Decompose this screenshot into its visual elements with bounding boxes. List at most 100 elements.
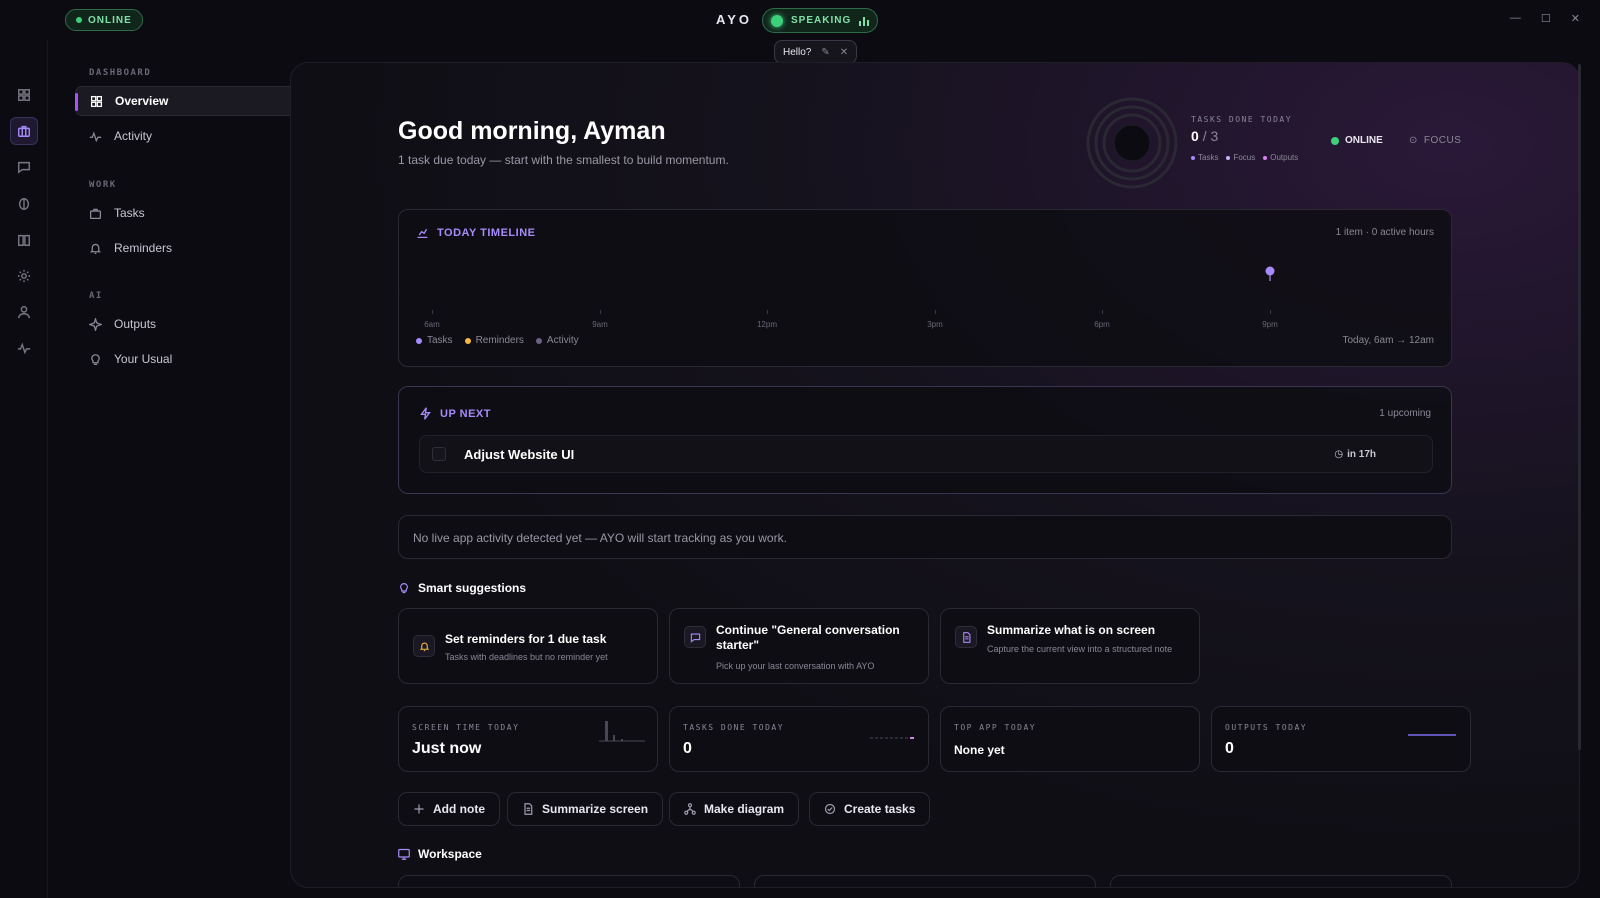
online-status-label: ONLINE — [88, 14, 132, 26]
bulb-icon — [91, 353, 100, 365]
brain-icon[interactable] — [10, 190, 38, 218]
sidebar-item-your-usual[interactable]: Your Usual — [75, 344, 311, 374]
focus-toggle[interactable]: ⊙ FOCUS — [1409, 135, 1461, 146]
section-label-dashboard: DASHBOARD — [89, 68, 152, 78]
timeline-tick: 6pm — [1082, 310, 1122, 329]
suggestion-title: Continue "General conversation starter" — [716, 623, 900, 652]
dismiss-icon[interactable]: ✕ — [840, 47, 848, 58]
online-dot-icon — [1331, 136, 1339, 145]
edit-icon[interactable]: ✎ — [821, 47, 829, 58]
sparkle-icon — [89, 317, 102, 331]
section-label-work: WORK — [89, 180, 117, 190]
lightning-icon — [420, 407, 431, 420]
workspace-card[interactable] — [398, 875, 740, 887]
minimize-icon[interactable]: — — [1510, 12, 1521, 25]
legend-item: Outputs — [1263, 153, 1298, 162]
workspace-card[interactable] — [1110, 875, 1452, 887]
stat-value: 0 — [683, 740, 692, 757]
legend-activity: Activity — [535, 335, 579, 346]
sidebar-item-label: Tasks — [114, 206, 145, 220]
plus-icon — [414, 804, 424, 814]
transcript-chip: Hello? ✎ ✕ — [774, 40, 858, 64]
tasks-total: / 3 — [1202, 128, 1219, 144]
settings-icon[interactable] — [10, 262, 38, 290]
stat-tasks-done: TASKS DONE TODAY 0 — [669, 706, 929, 772]
timeline-tick: 9am — [580, 310, 620, 329]
book-icon[interactable] — [10, 226, 38, 254]
make-diagram-button[interactable]: Make diagram — [669, 792, 800, 826]
suggestion-card-conversation[interactable]: Continue "General conversation starter" … — [669, 608, 929, 684]
timeline-tick: 9pm — [1250, 310, 1290, 329]
timeline-legend: Tasks Reminders Activity — [416, 335, 579, 346]
stat-label: SCREEN TIME TODAY — [412, 723, 520, 732]
timeline-marker-icon[interactable] — [1264, 266, 1276, 282]
sidebar-item-activity[interactable]: Activity — [75, 121, 311, 151]
task-row[interactable]: Adjust Website UI ◷ in 17h — [419, 435, 1433, 473]
sparkline-icon — [599, 721, 645, 742]
check-circle-icon — [824, 803, 836, 815]
create-tasks-button[interactable]: Create tasks — [809, 792, 931, 826]
grid-icon[interactable] — [10, 81, 38, 109]
bell-icon — [89, 243, 102, 254]
page-subtitle: 1 task due today — start with the smalle… — [398, 153, 729, 167]
stat-top-app: TOP APP TODAY None yet — [940, 706, 1200, 772]
page-title: Good morning, Ayman — [398, 117, 666, 145]
online-status-pill: ONLINE — [65, 9, 143, 31]
stat-label: TOP APP TODAY — [954, 723, 1037, 732]
app-name: AYO — [716, 12, 752, 27]
task-name: Adjust Website UI — [464, 446, 575, 462]
timeline-tick: 12pm — [747, 310, 787, 329]
sidebar-item-tasks[interactable]: Tasks — [75, 198, 311, 228]
suggestion-desc: Tasks with deadlines but no reminder yet — [445, 652, 608, 662]
online-indicator: ONLINE — [1331, 135, 1383, 146]
sparkline-icon — [870, 737, 914, 739]
stat-value: 0 — [1225, 740, 1234, 757]
user-icon[interactable] — [10, 298, 38, 326]
audio-bars-icon — [859, 16, 870, 26]
briefcase-icon[interactable] — [10, 117, 38, 145]
mic-active-icon — [771, 14, 783, 27]
bulb-icon — [400, 583, 408, 594]
sidebar-item-outputs[interactable]: Outputs — [75, 309, 311, 339]
chat-icon — [684, 626, 706, 648]
pulse-icon[interactable] — [10, 334, 38, 362]
stat-screen-time: SCREEN TIME TODAY Just now — [398, 706, 658, 772]
workspace-card[interactable] — [754, 875, 1096, 887]
suggestion-card-reminders[interactable]: Set reminders for 1 due task Tasks with … — [398, 608, 658, 684]
title-bar: ONLINE AYO SPEAKING — ☐ ✕ — [0, 0, 1600, 40]
task-due: ◷ in 17h — [1334, 448, 1376, 460]
sidebar-item-reminders[interactable]: Reminders — [75, 233, 311, 263]
sidebar-item-overview[interactable]: Overview — [75, 86, 311, 116]
close-window-icon[interactable]: ✕ — [1571, 12, 1580, 25]
suggestion-title: Set reminders for 1 due task — [445, 632, 607, 646]
monitor-icon — [398, 848, 410, 860]
ring-legend: Tasks Focus Outputs — [1191, 153, 1298, 162]
task-checkbox[interactable] — [432, 447, 446, 461]
stat-value: None yet — [954, 743, 1005, 757]
suggestion-card-summarize[interactable]: Summarize what is on screen Capture the … — [940, 608, 1200, 684]
sidebar-item-label: Your Usual — [114, 352, 173, 366]
speaking-pill[interactable]: SPEAKING — [762, 8, 879, 33]
up-next-title: UP NEXT — [419, 407, 491, 420]
main-scrollbar[interactable] — [1578, 64, 1581, 750]
timeline-tick: 3pm — [915, 310, 955, 329]
activity-icon — [89, 130, 102, 142]
sparkline-icon — [1408, 734, 1456, 736]
stat-label: TASKS DONE TODAY — [683, 723, 785, 732]
add-note-button[interactable]: Add note — [398, 792, 500, 826]
up-next-card: UP NEXT 1 upcoming Adjust Website UI ◷ i… — [398, 386, 1452, 494]
transcript-text: Hello? — [783, 46, 812, 58]
summarize-screen-button[interactable]: Summarize screen — [507, 792, 664, 826]
grid-icon — [90, 95, 103, 107]
sidebar-item-label: Outputs — [114, 317, 157, 331]
main-panel: Good morning, Ayman 1 task due today — s… — [290, 62, 1580, 888]
chat-icon[interactable] — [10, 153, 38, 181]
briefcase-icon — [89, 208, 102, 219]
suggestion-desc: Pick up your last conversation with AYO — [716, 661, 875, 671]
tasks-done-label: TASKS DONE TODAY — [1191, 115, 1293, 124]
document-icon — [524, 803, 533, 815]
maximize-icon[interactable]: ☐ — [1541, 12, 1551, 25]
workspace-heading: Workspace — [398, 847, 482, 861]
suggestion-title: Summarize what is on screen — [987, 623, 1156, 637]
stat-value: Just now — [412, 740, 482, 757]
